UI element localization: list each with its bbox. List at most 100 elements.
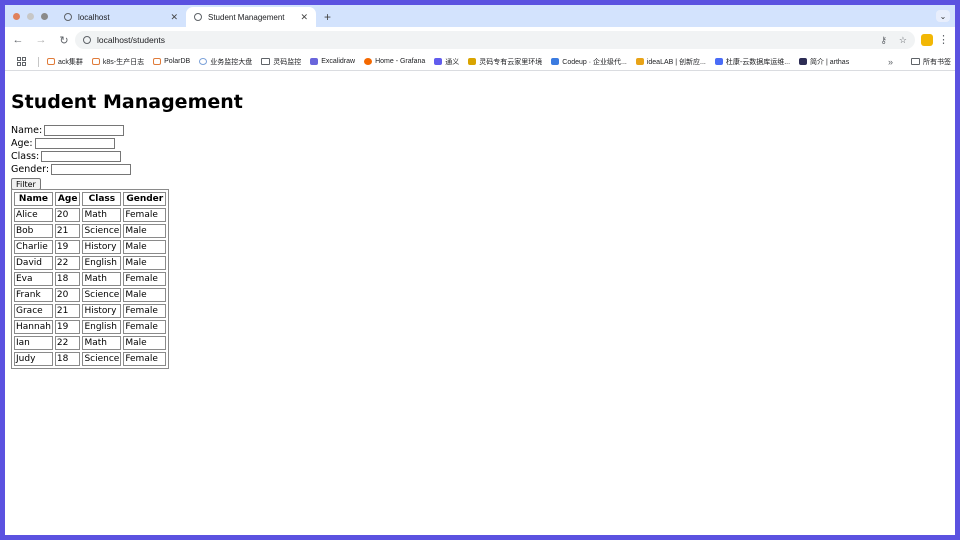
arthas-icon [799, 58, 808, 65]
back-arrow-icon[interactable]: ← [8, 34, 28, 46]
gender-cell: Male [123, 256, 167, 270]
table-row: David 22 English Male [14, 256, 167, 270]
page-content: Student Management Name: Age: Class: Gen… [5, 72, 955, 535]
class-cell: Science [82, 288, 122, 302]
tools-icon [310, 58, 319, 65]
more-menu-icon[interactable]: ⋮ [938, 33, 949, 46]
browser-window: localhost ✕ Student Management ✕ + ⌄ ← →… [0, 0, 960, 540]
bookmark-k8s[interactable]: k8s-生产日志 [91, 57, 144, 67]
tab-close-icon[interactable]: ✕ [170, 12, 178, 23]
name-input[interactable] [44, 125, 125, 136]
bookmark-dukang[interactable]: 杜康-云数据库运维... [714, 57, 791, 67]
age-cell: 21 [54, 224, 81, 238]
column-header-name: Name [14, 192, 53, 206]
bookmark-tongyi[interactable]: 通义 [434, 57, 459, 67]
class-label: Class: [11, 151, 40, 162]
name-filter-row: Name: [11, 125, 125, 136]
gender-cell: Male [123, 288, 167, 302]
new-tab-button[interactable]: + [316, 7, 339, 27]
age-cell: 20 [54, 208, 81, 222]
bookmark-codeup[interactable]: Codeup · 企业级代... [551, 57, 627, 67]
tab-title: localhost [78, 12, 110, 22]
lingma-icon [468, 58, 477, 65]
class-cell: English [82, 256, 122, 270]
address-bar[interactable]: localhost/students ⚷ ☆ [75, 31, 915, 49]
bracket-icon [153, 58, 162, 65]
globe-icon [64, 13, 72, 21]
bookmark-star-icon[interactable]: ☆ [899, 35, 907, 46]
table-row: Grace 21 History Female [14, 304, 167, 318]
bookmark-label: 简介 | arthas [810, 58, 850, 66]
age-cell: 20 [54, 288, 81, 302]
bookmark-lingma-cloud[interactable]: 灵码专有云家里环境 [468, 57, 542, 67]
codeup-icon [551, 58, 560, 65]
reload-icon[interactable]: ↻ [54, 34, 74, 47]
class-cell: History [82, 304, 122, 318]
age-cell: 18 [54, 272, 81, 286]
table-row: Alice 20 Math Female [14, 208, 167, 222]
age-input[interactable] [34, 138, 115, 149]
gender-cell: Male [123, 240, 167, 254]
window-controls [5, 5, 56, 27]
class-cell: History [82, 240, 122, 254]
bookmark-idealab[interactable]: ideaLAB | 创新应... [635, 57, 706, 67]
class-cell: Math [82, 208, 122, 222]
age-cell: 19 [54, 320, 81, 334]
table-row: Bob 21 Science Male [14, 224, 167, 238]
browser-toolbar: ← → ↻ localhost/students ⚷ ☆ ⋮ [5, 27, 955, 53]
folder-icon [261, 58, 271, 65]
bookmark-ack[interactable]: ack集群 [47, 57, 83, 67]
tab-strip: localhost ✕ Student Management ✕ + ⌄ [5, 5, 955, 27]
bookmark-label: 通义 [445, 58, 460, 66]
password-key-icon[interactable]: ⚷ [880, 35, 887, 46]
extension-icon[interactable] [921, 34, 933, 46]
bookmark-label: ack集群 [58, 58, 83, 66]
name-cell: Frank [14, 288, 53, 302]
bookmark-label: Excalidraw [321, 58, 356, 65]
table-header-row: Name Age Class Gender [14, 192, 167, 206]
idealab-icon [635, 58, 644, 65]
bookmark-grafana[interactable]: Home - Grafana [364, 58, 425, 65]
age-cell: 22 [54, 336, 81, 350]
gender-cell: Female [123, 272, 167, 286]
class-cell: English [82, 320, 122, 334]
class-filter-row: Class: [11, 151, 122, 162]
all-bookmarks-label: 所有书签 [923, 58, 951, 66]
bookmark-excalidraw[interactable]: Excalidraw [310, 58, 355, 65]
table-row: Hannah 19 English Female [14, 320, 167, 334]
tab-close-icon[interactable]: ✕ [300, 12, 308, 23]
minimize-window-icon[interactable] [27, 12, 34, 20]
url-text[interactable]: localhost/students [97, 35, 165, 45]
bookmark-business-monitor[interactable]: 业务监控大盘 [199, 57, 252, 67]
gender-cell: Female [123, 304, 167, 318]
tab-search-chevron-icon[interactable]: ⌄ [936, 10, 950, 22]
students-table: Name Age Class Gender Alice 20 Math Female B… [11, 189, 170, 369]
name-cell: Eva [14, 272, 53, 286]
age-cell: 18 [54, 352, 81, 366]
close-window-icon[interactable] [13, 12, 20, 20]
gender-input[interactable] [51, 164, 132, 175]
bookmark-lingma-monitor[interactable]: 灵码监控 [261, 57, 301, 67]
age-cell: 19 [54, 240, 81, 254]
all-bookmarks-folder[interactable]: 所有书签 [911, 57, 951, 67]
column-header-gender: Gender [123, 192, 167, 206]
gender-cell: Female [123, 352, 167, 366]
site-info-icon[interactable] [83, 36, 91, 44]
class-cell: Math [82, 272, 122, 286]
age-cell: 22 [54, 256, 81, 270]
class-input[interactable] [41, 151, 122, 162]
bookmarks-overflow-icon[interactable]: » [888, 57, 893, 67]
bookmark-label: 杜康-云数据库运维... [725, 58, 791, 66]
bookmark-arthas[interactable]: 简介 | arthas [799, 57, 849, 67]
tab-localhost[interactable]: localhost ✕ [56, 7, 186, 27]
apps-grid-icon[interactable] [17, 57, 26, 66]
table-row: Judy 18 Science Female [14, 352, 167, 366]
maximize-window-icon[interactable] [41, 12, 48, 20]
bookmarks-separator [38, 56, 39, 67]
name-cell: Grace [14, 304, 53, 318]
bracket-icon [91, 58, 100, 65]
forward-arrow-icon[interactable]: → [31, 34, 51, 46]
bookmark-polardb[interactable]: PolarDB [153, 58, 190, 65]
tab-student-management[interactable]: Student Management ✕ [186, 7, 316, 27]
tab-title: Student Management [208, 12, 285, 22]
